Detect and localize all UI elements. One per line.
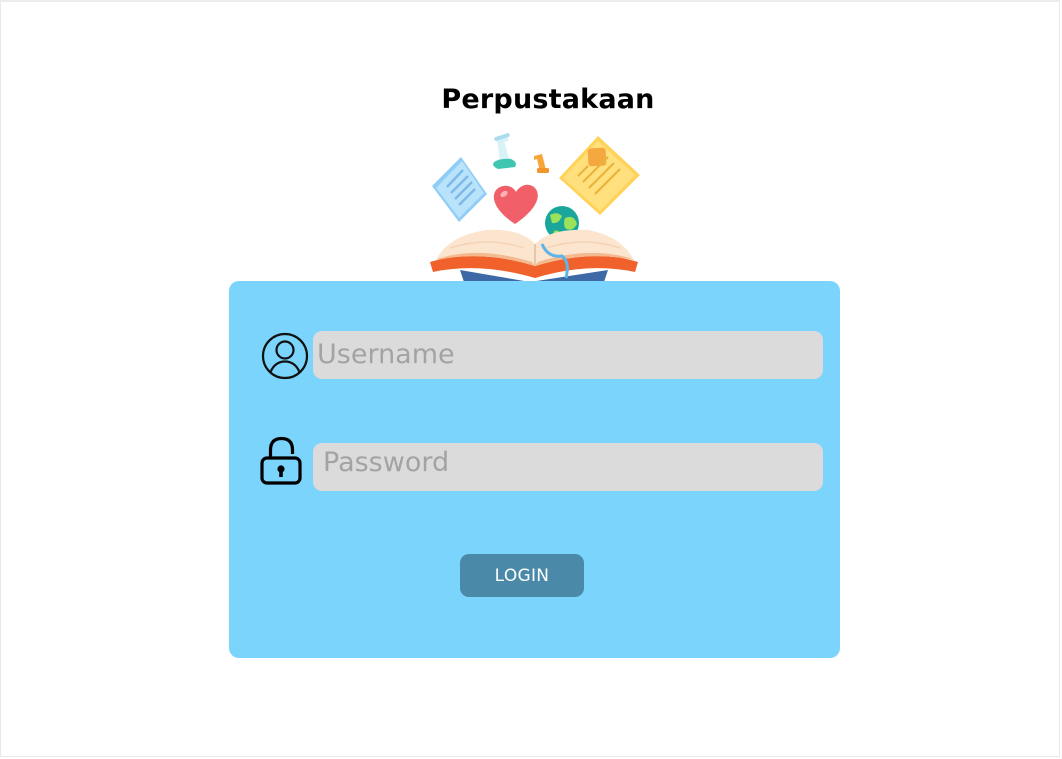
- newspaper-icon: [559, 136, 640, 215]
- document-icon: [432, 157, 487, 222]
- book-icon: [430, 229, 638, 282]
- lock-icon: [260, 436, 302, 485]
- login-button[interactable]: LOGIN: [460, 554, 584, 597]
- login-card: LOGIN: [229, 281, 840, 658]
- password-input[interactable]: [313, 443, 823, 491]
- heart-icon: [493, 184, 538, 224]
- flask-icon: [493, 133, 517, 170]
- user-circle-icon: [261, 332, 309, 380]
- number-one-icon: [534, 154, 549, 173]
- page-title: Perpustakaan: [441, 84, 655, 115]
- open-book-illustration: [430, 133, 640, 282]
- username-input[interactable]: [313, 331, 823, 379]
